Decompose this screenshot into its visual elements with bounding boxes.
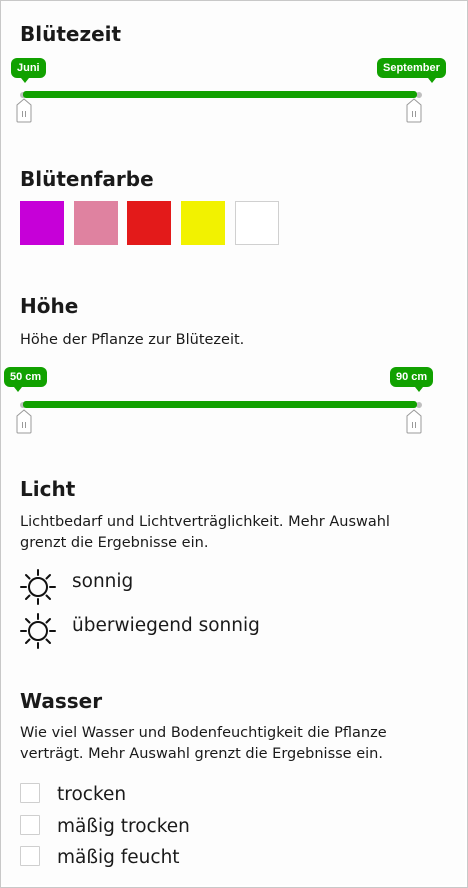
swatch-white[interactable] [235,201,279,245]
checkbox[interactable] [20,783,40,803]
water-option-maessig-trocken[interactable]: mäßig trocken [20,814,320,840]
slider-min-label: 50 cm [4,367,48,392]
slider-min-handle[interactable] [16,98,32,123]
sun-icon [20,569,56,605]
swatch-purple[interactable] [20,201,64,245]
swatch-red[interactable] [127,201,171,245]
slider-min-handle[interactable] [16,409,32,434]
section-description-licht-line2: grenzt die Ergebnisse ein. [20,535,209,551]
water-option-trocken[interactable]: trocken [20,782,320,808]
swatch-pink[interactable] [74,201,118,245]
checkbox-label: trocken [57,784,127,805]
slider-range-fill [23,91,417,98]
light-option-label: überwiegend sonnig [72,615,260,636]
section-description-wasser-line1: Wie viel Wasser und Bodenfeuchtigkeit di… [20,725,387,741]
section-description-licht-line1: Lichtbedarf und Lichtverträglichkeit. Me… [20,514,390,530]
light-option-ueberwiegend-sonnig[interactable]: überwiegend sonnig [19,611,339,649]
slider-max-label: 90 cm [390,367,434,392]
section-title-bluetenfarbe: Blütenfarbe [20,167,154,191]
slider-max-label: September [377,58,446,83]
light-option-sonnig[interactable]: sonnig [19,567,319,605]
section-title-hoehe: Höhe [20,294,79,318]
slider-max-handle[interactable] [406,409,422,434]
slider-range-fill [23,401,417,408]
filter-panel: Blütezeit Juni September Blütenfarbe Höh… [1,1,465,885]
light-option-label: sonnig [72,571,134,592]
slider-min-label: Juni [11,58,46,83]
checkbox-label: mäßig trocken [57,816,190,837]
section-title-wasser: Wasser [20,689,103,713]
sun-partial-icon [20,613,56,649]
section-title-licht: Licht [20,477,76,501]
checkbox[interactable] [20,846,40,866]
water-option-maessig-feucht[interactable]: mäßig feucht [20,845,320,871]
checkbox-label: mäßig feucht [57,847,180,868]
slider-max-handle[interactable] [406,98,422,123]
section-description-hoehe: Höhe der Pflanze zur Blütezeit. [20,332,245,348]
swatch-yellow[interactable] [181,201,225,245]
section-title-bluetezeit: Blütezeit [20,22,122,46]
section-description-wasser-line2: verträgt. Mehr Auswahl grenzt die Ergebn… [20,746,383,762]
checkbox[interactable] [20,815,40,835]
